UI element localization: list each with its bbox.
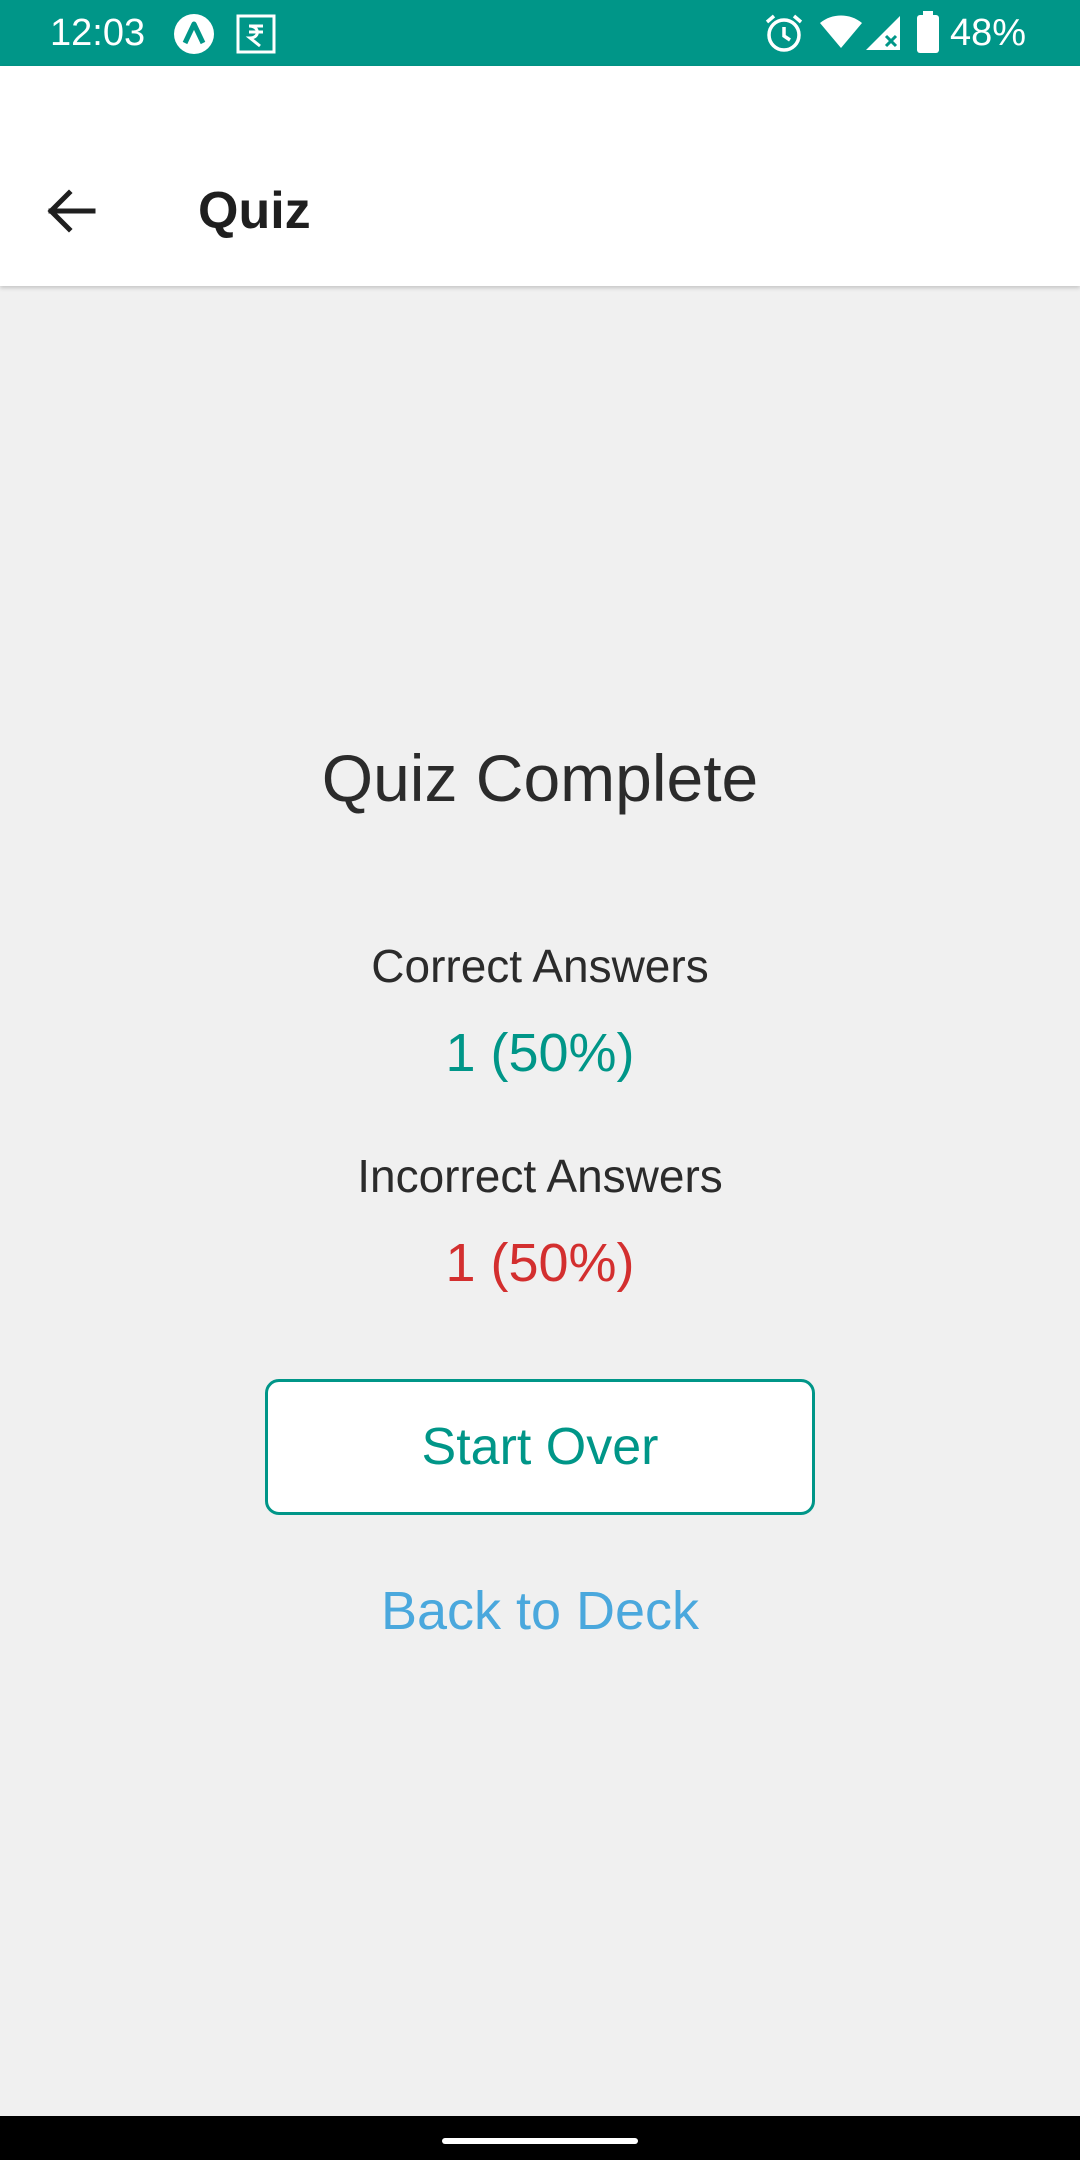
back-to-deck-link[interactable]: Back to Deck bbox=[0, 1578, 1080, 1644]
rupee-box-icon bbox=[236, 14, 276, 54]
correct-answers-value: 1 (50%) bbox=[445, 1023, 635, 1083]
wifi-icon bbox=[820, 15, 862, 48]
quiz-result-panel: Quiz Complete Correct Answers 1 (50%) In… bbox=[0, 286, 1080, 2116]
battery-icon bbox=[917, 11, 939, 53]
status-bar: 12:03 48% bbox=[0, 0, 1080, 66]
status-time: 12:03 bbox=[50, 12, 146, 54]
page-title: Quiz bbox=[198, 182, 311, 240]
alarm-icon bbox=[765, 14, 803, 52]
app-bar: Quiz bbox=[0, 66, 1080, 286]
incorrect-answers-label: Incorrect Answers bbox=[357, 1150, 723, 1202]
signal-icon bbox=[866, 16, 900, 50]
navigation-bar bbox=[0, 2116, 1080, 2160]
app-a-icon bbox=[174, 14, 214, 54]
battery-percent: 48% bbox=[950, 12, 1027, 54]
home-gesture-handle[interactable] bbox=[442, 2138, 638, 2144]
incorrect-answers-value: 1 (50%) bbox=[445, 1233, 635, 1293]
correct-answers-label: Correct Answers bbox=[371, 940, 709, 992]
arrow-left-icon bbox=[47, 189, 96, 233]
start-over-button[interactable]: Start Over bbox=[265, 1379, 815, 1515]
quiz-complete-heading: Quiz Complete bbox=[321, 741, 759, 815]
back-button[interactable] bbox=[36, 176, 106, 246]
